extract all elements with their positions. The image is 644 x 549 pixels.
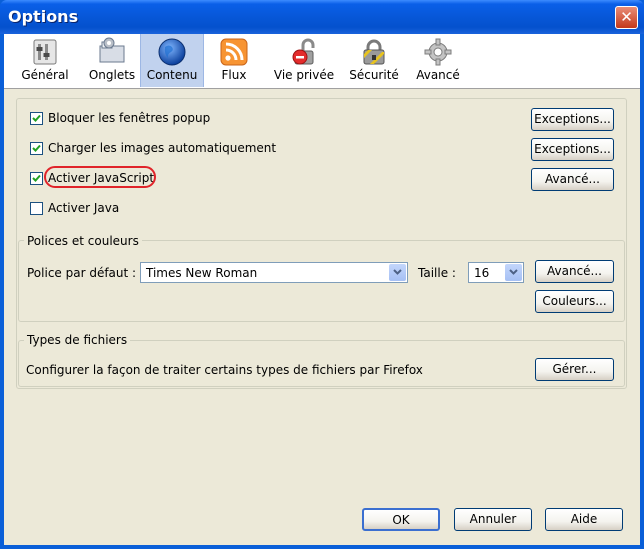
fonts-group-label: Polices et couleurs xyxy=(24,234,142,248)
filetypes-description: Configurer la façon de traiter certains … xyxy=(26,363,423,377)
content-panel: Bloquer les fenêtres popup Exceptions...… xyxy=(16,98,627,389)
fonts-advanced-button[interactable]: Avancé... xyxy=(535,260,614,283)
popup-checkbox-row[interactable]: Bloquer les fenêtres popup xyxy=(30,111,330,128)
images-checkbox[interactable] xyxy=(30,142,43,155)
javascript-checkbox[interactable] xyxy=(30,172,43,185)
chevron-down-icon[interactable] xyxy=(505,264,522,281)
globe-icon xyxy=(158,38,186,66)
tab-privacy[interactable]: Vie privée xyxy=(266,34,342,87)
tab-general-label: Général xyxy=(21,68,69,82)
tab-security-label: Sécurité xyxy=(349,68,399,82)
java-label: Activer Java xyxy=(48,201,120,215)
font-size-value: 16 xyxy=(474,266,490,280)
java-checkbox-row[interactable]: Activer Java xyxy=(30,201,230,218)
popup-label: Bloquer les fenêtres popup xyxy=(48,111,211,125)
rss-icon xyxy=(220,38,248,66)
options-window: Options ✕ Général Onglets Contenu Flux V… xyxy=(0,0,644,549)
java-checkbox[interactable] xyxy=(30,202,43,215)
javascript-highlight-annotation xyxy=(44,166,156,188)
tab-security[interactable]: Sécurité xyxy=(344,34,404,87)
tab-tabs[interactable]: Onglets xyxy=(82,34,142,87)
help-button[interactable]: Aide xyxy=(545,508,623,531)
tab-general[interactable]: Général xyxy=(10,34,80,87)
popup-checkbox[interactable] xyxy=(30,112,43,125)
tab-content[interactable]: Contenu xyxy=(140,34,204,87)
images-checkbox-row[interactable]: Charger les images automatiquement xyxy=(30,141,330,158)
default-font-select[interactable]: Times New Roman xyxy=(140,262,408,283)
gear-icon xyxy=(424,38,452,66)
cancel-button[interactable]: Annuler xyxy=(454,508,532,531)
tab-feeds-label: Flux xyxy=(221,68,247,82)
category-toolbar: Général Onglets Contenu Flux Vie privée … xyxy=(4,34,640,89)
checkmark-icon xyxy=(32,174,41,182)
font-size-select[interactable]: 16 xyxy=(468,262,524,283)
lock-icon xyxy=(363,39,385,65)
general-icon xyxy=(33,39,57,65)
size-label: Taille : xyxy=(418,266,456,280)
privacy-icon xyxy=(292,38,315,65)
checkmark-icon xyxy=(32,144,41,152)
tab-privacy-label: Vie privée xyxy=(273,68,335,82)
images-label: Charger les images automatiquement xyxy=(48,141,277,155)
filetypes-group-label: Types de fichiers xyxy=(24,333,131,347)
tabs-icon xyxy=(99,37,125,63)
javascript-advanced-button[interactable]: Avancé... xyxy=(531,168,614,191)
tab-tabs-label: Onglets xyxy=(88,68,136,82)
colors-button[interactable]: Couleurs... xyxy=(535,290,614,313)
images-exceptions-button[interactable]: Exceptions... xyxy=(531,138,614,161)
default-font-value: Times New Roman xyxy=(146,266,258,280)
manage-button[interactable]: Gérer... xyxy=(535,358,614,381)
checkmark-icon xyxy=(32,114,41,122)
tab-content-label: Contenu xyxy=(146,68,198,82)
chevron-down-icon[interactable] xyxy=(389,264,406,281)
title-bar[interactable]: Options ✕ xyxy=(0,0,644,34)
window-title: Options xyxy=(8,7,79,26)
tab-advanced[interactable]: Avancé xyxy=(408,34,468,87)
close-button[interactable]: ✕ xyxy=(615,6,638,29)
popup-exceptions-button[interactable]: Exceptions... xyxy=(531,108,614,131)
ok-button[interactable]: OK xyxy=(362,508,440,531)
tab-advanced-label: Avancé xyxy=(416,68,460,82)
tab-feeds[interactable]: Flux xyxy=(206,34,262,87)
default-font-label: Police par défaut : xyxy=(27,266,137,280)
dialog-body: Général Onglets Contenu Flux Vie privée … xyxy=(4,34,640,545)
